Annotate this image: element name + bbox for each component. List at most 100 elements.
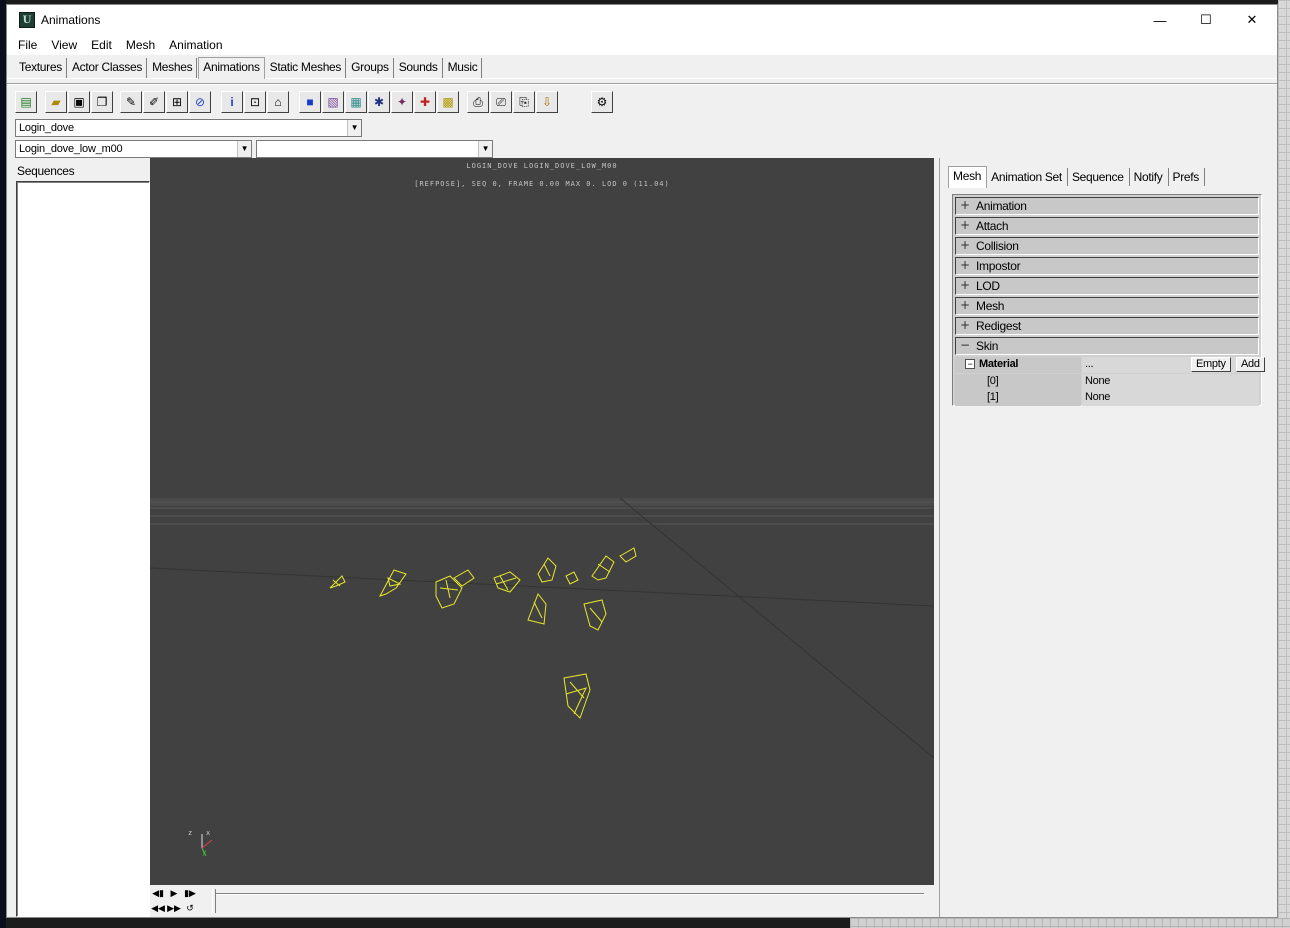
- mesh-combo[interactable]: Login_dove_low_m00 ▼: [15, 140, 252, 158]
- property-material[interactable]: − Material ... Empty Add: [955, 357, 1265, 373]
- actor-class-button[interactable]: ▤: [15, 91, 37, 113]
- tab-animations[interactable]: Animations: [198, 57, 265, 79]
- play-button[interactable]: ▶: [168, 887, 180, 899]
- category-mesh[interactable]: + Mesh: [955, 297, 1259, 315]
- save-icon: ▣: [73, 95, 85, 109]
- tab-static-meshes[interactable]: Static Meshes: [266, 58, 347, 78]
- tab-meshes[interactable]: Meshes: [148, 58, 198, 78]
- timeline-track[interactable]: [214, 893, 924, 895]
- viewport-scene: [150, 497, 934, 857]
- tab-prefs[interactable]: Prefs: [1169, 168, 1206, 186]
- menu-mesh[interactable]: Mesh: [119, 38, 162, 52]
- maximize-button[interactable]: ☐: [1183, 5, 1229, 35]
- property-grid: + Animation + Attach + Collision + Impostor …: [952, 194, 1265, 406]
- copy-button[interactable]: ❐: [91, 91, 113, 113]
- skeleton-button[interactable]: ✱: [368, 91, 390, 113]
- step-forward-icon: ▮▶: [184, 887, 196, 898]
- actor-class-icon: ▤: [20, 95, 32, 109]
- info-icon: i: [230, 95, 234, 109]
- wireframe-button[interactable]: ▦: [345, 91, 367, 113]
- bounds-button[interactable]: ▩: [437, 91, 459, 113]
- attach-button[interactable]: ⎘: [513, 91, 535, 113]
- tab-notify[interactable]: Notify: [1130, 168, 1169, 186]
- tab-actor-classes[interactable]: Actor Classes: [68, 58, 148, 78]
- close-icon: ✕: [1246, 12, 1258, 27]
- category-animation[interactable]: + Animation: [955, 197, 1259, 215]
- property-material-0[interactable]: [0] None: [955, 374, 1259, 390]
- desktop-background-right: [1278, 0, 1290, 928]
- prefs-button[interactable]: ⚙: [591, 91, 613, 113]
- save-button[interactable]: ▣: [68, 91, 90, 113]
- fast-forward-button[interactable]: ▶▶: [167, 902, 181, 914]
- export-button[interactable]: ⇩: [536, 91, 558, 113]
- fast-forward-icon: ▶▶: [167, 902, 181, 913]
- bone-button[interactable]: ▧: [322, 91, 344, 113]
- bone-icon: ▧: [327, 95, 339, 109]
- step-forward-button[interactable]: ▮▶: [184, 887, 196, 899]
- chevron-down-icon[interactable]: ▼: [478, 141, 492, 157]
- tab-groups[interactable]: Groups: [347, 58, 394, 78]
- app-icon: U: [19, 12, 35, 28]
- menu-file[interactable]: File: [11, 38, 44, 52]
- property-material-1[interactable]: [1] None: [955, 390, 1259, 406]
- mesh-edit-button[interactable]: ✐: [143, 91, 165, 113]
- tab-music[interactable]: Music: [444, 58, 483, 78]
- mesh-info-button[interactable]: ⊡: [244, 91, 266, 113]
- expand-icon: +: [960, 198, 970, 212]
- sequences-list[interactable]: [16, 181, 150, 917]
- package-combo[interactable]: Login_dove ▼: [15, 119, 362, 137]
- collapse-icon[interactable]: −: [965, 359, 975, 369]
- material-index: [1]: [955, 390, 1081, 406]
- tab-sequence[interactable]: Sequence: [1068, 168, 1130, 186]
- expand-icon: +: [960, 238, 970, 252]
- category-lod[interactable]: + LOD: [955, 277, 1259, 295]
- cube-button[interactable]: ■: [299, 91, 321, 113]
- tab-animation-set[interactable]: Animation Set: [987, 168, 1068, 186]
- timeline-bar: ◀▮ ▶ ▮▶ ◀◀ ▶▶ ↺: [150, 885, 934, 917]
- prefs-icon: ⚙: [596, 95, 608, 109]
- timeline-scrubber[interactable]: [212, 889, 216, 913]
- sockets-icon: ⎚: [496, 95, 506, 109]
- close-button[interactable]: ✕: [1229, 5, 1275, 35]
- mesh-props-button[interactable]: ✎: [120, 91, 142, 113]
- lod-button[interactable]: ⎙: [467, 91, 489, 113]
- empty-button[interactable]: Empty: [1191, 357, 1231, 372]
- menu-animation[interactable]: Animation: [162, 38, 229, 52]
- tab-mesh[interactable]: Mesh: [948, 166, 988, 188]
- normals-button[interactable]: ✦: [391, 91, 413, 113]
- tab-textures[interactable]: Textures: [15, 58, 67, 78]
- menu-edit[interactable]: Edit: [84, 38, 119, 52]
- add-button[interactable]: Add: [1236, 357, 1265, 372]
- animations-window: U Animations — ☐ ✕ File View Edit Mesh A…: [6, 4, 1278, 918]
- title-bar[interactable]: U Animations — ☐ ✕: [7, 5, 1277, 35]
- category-attach[interactable]: + Attach: [955, 217, 1259, 235]
- link-button[interactable]: ⊘: [189, 91, 211, 113]
- chevron-down-icon[interactable]: ▼: [347, 120, 361, 136]
- animation-set-combo[interactable]: ▼: [256, 140, 493, 158]
- minimize-button[interactable]: —: [1137, 5, 1183, 35]
- info-button[interactable]: i: [221, 91, 243, 113]
- loop-button[interactable]: ↺: [184, 902, 196, 914]
- category-redigest[interactable]: + Redigest: [955, 317, 1259, 335]
- category-collision[interactable]: + Collision: [955, 237, 1259, 255]
- axis-label-z: z: [188, 829, 193, 837]
- attach-icon: ⎘: [519, 95, 529, 109]
- category-skin[interactable]: − Skin: [955, 337, 1259, 355]
- open-button[interactable]: ▰: [45, 91, 67, 113]
- mesh-info-icon: ⊡: [249, 95, 261, 109]
- tab-sounds[interactable]: Sounds: [395, 58, 443, 78]
- axis-label-y: y: [202, 848, 207, 856]
- skeleton-icon: ✱: [373, 95, 385, 109]
- sockets-button[interactable]: ⎚: [490, 91, 512, 113]
- rewind-button[interactable]: ◀◀: [151, 902, 165, 914]
- normals-icon: ✦: [396, 95, 408, 109]
- step-back-button[interactable]: ◀▮: [152, 887, 164, 899]
- category-impostor[interactable]: + Impostor: [955, 257, 1259, 275]
- mesh-add-button[interactable]: ⊞: [166, 91, 188, 113]
- chevron-down-icon[interactable]: ▼: [237, 141, 251, 157]
- mesh-viewport[interactable]: LOGIN_DOVE LOGIN_DOVE_LOW_M00 [REFPOSE],…: [150, 158, 934, 885]
- mesh-home-button[interactable]: ⌂: [267, 91, 289, 113]
- menu-view[interactable]: View: [44, 38, 84, 52]
- expand-icon: +: [960, 258, 970, 272]
- pivot-button[interactable]: ✚: [414, 91, 436, 113]
